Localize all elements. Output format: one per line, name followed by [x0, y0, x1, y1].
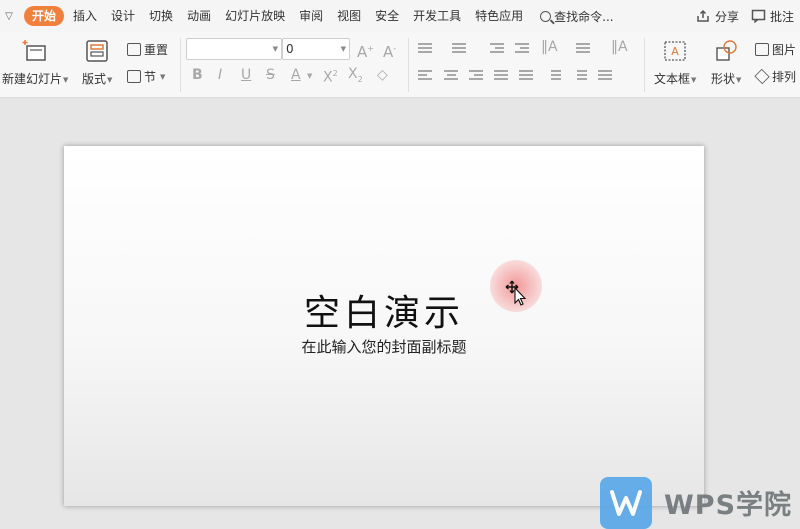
tab-slideshow[interactable]: 幻灯片放映 [218, 6, 292, 26]
italic-icon[interactable]: I [218, 67, 222, 83]
shapes-label: 形状 [711, 72, 736, 86]
align-center-icon[interactable] [444, 69, 458, 81]
wps-logo-icon [600, 476, 652, 529]
columns-icon[interactable] [576, 42, 590, 54]
clear-format-icon[interactable]: ◇ [377, 67, 388, 83]
picture-icon [755, 43, 769, 56]
menu-bar: ▽ 开始 插入 设计 切换 动画 幻灯片放映 审阅 视图 安全 开发工具 特色应… [0, 0, 800, 32]
chevron-down-icon: ▼ [272, 45, 278, 53]
section-icon [127, 70, 141, 83]
chevron-down-icon: ▼ [736, 75, 742, 84]
align-left-icon[interactable] [418, 69, 432, 81]
comment-icon [751, 9, 766, 23]
new-slide-label: 新建幻灯片 [2, 72, 63, 86]
shrink-font-icon[interactable]: A- [383, 41, 396, 60]
text-align-vertical-icon[interactable]: ‖A [611, 39, 628, 55]
justify-icon[interactable] [494, 69, 508, 81]
paragraph-settings-icon[interactable] [598, 69, 612, 81]
command-search-label: 查找命令... [554, 9, 614, 24]
ribbon-divider [408, 38, 409, 92]
slide-canvas[interactable]: 空白演示 在此输入您的封面副标题 [64, 146, 704, 506]
align-right-icon[interactable] [469, 69, 483, 81]
tab-special-apps[interactable]: 特色应用 [468, 6, 530, 26]
shapes-button[interactable]: 形状▼ [711, 38, 741, 87]
font-size-combo[interactable]: 0 ▼ [282, 38, 350, 60]
chevron-down-icon: ▼ [63, 75, 69, 84]
arrange-button[interactable]: 排列 [754, 68, 797, 85]
comment-button[interactable]: 批注 [751, 8, 794, 25]
layout-label: 版式 [82, 72, 107, 86]
layout-icon [86, 40, 108, 62]
distribute-icon[interactable] [519, 69, 533, 81]
font-size-value: 0 [286, 42, 294, 56]
chevron-down-icon: ▼ [160, 72, 166, 81]
wps-academy-watermark: WPS学院 [600, 476, 792, 529]
command-search[interactable]: 查找命令... [540, 8, 614, 25]
decrease-indent-icon[interactable] [490, 42, 504, 54]
tab-developer[interactable]: 开发工具 [406, 6, 468, 26]
comment-label: 批注 [769, 9, 794, 24]
reset-button[interactable]: 重置 [127, 41, 168, 58]
section-button[interactable]: 节 ▼ [127, 68, 165, 85]
line-spacing-icon[interactable] [547, 69, 561, 81]
arrange-label: 排列 [772, 70, 797, 84]
subscript-icon[interactable]: X2 [348, 66, 363, 88]
tab-review[interactable]: 审阅 [292, 6, 330, 26]
chevron-down-icon[interactable]: ▼ [307, 68, 312, 84]
menu-collapse-chevron-icon[interactable]: ▽ [2, 11, 16, 22]
new-slide-button[interactable]: 新建幻灯片▼ [2, 38, 68, 87]
paragraph-spacing-icon[interactable] [573, 69, 587, 81]
watermark-text: WPS学院 [664, 490, 793, 521]
tab-home[interactable]: 开始 [24, 6, 65, 26]
slide-subtitle[interactable]: 在此输入您的封面副标题 [64, 336, 704, 357]
textbox-label: 文本框 [654, 72, 691, 86]
tab-transition[interactable]: 切换 [142, 6, 180, 26]
chevron-down-icon: ▼ [340, 45, 346, 53]
layout-button[interactable]: 版式▼ [82, 38, 112, 87]
reset-icon [127, 43, 141, 56]
picture-button[interactable]: 图片 [755, 41, 796, 58]
text-direction-icon[interactable]: ‖A [541, 39, 558, 55]
tab-security[interactable]: 安全 [368, 6, 406, 26]
search-icon [540, 10, 552, 22]
ribbon-divider [644, 38, 645, 92]
arrange-icon [754, 68, 770, 85]
bullet-list-icon[interactable] [418, 42, 432, 54]
chevron-down-icon: ▼ [107, 75, 113, 84]
slide-title[interactable]: 空白演示 [64, 284, 704, 336]
strikethrough-icon[interactable]: S [266, 67, 275, 83]
superscript-icon[interactable]: X2 [323, 66, 338, 86]
new-slide-icon [22, 40, 46, 61]
share-button[interactable]: 分享 [696, 8, 739, 25]
picture-label: 图片 [772, 43, 797, 57]
tab-animation[interactable]: 动画 [180, 6, 218, 26]
tab-view[interactable]: 视图 [330, 6, 368, 26]
reset-label: 重置 [144, 43, 169, 57]
shapes-icon [716, 40, 737, 61]
move-cursor-icon [505, 280, 527, 306]
font-color-icon[interactable]: A [291, 67, 301, 83]
section-label: 节 [144, 70, 157, 84]
increase-indent-icon[interactable] [515, 42, 529, 54]
menu-right-actions: 分享 批注 [696, 0, 794, 32]
textbox-button[interactable]: A 文本框▼ [654, 38, 696, 87]
underline-icon[interactable]: U [241, 67, 251, 83]
font-name-combo[interactable]: ▼ [186, 38, 282, 60]
ribbon-divider [180, 38, 181, 92]
bold-icon[interactable]: B [192, 67, 203, 83]
share-label: 分享 [714, 9, 739, 24]
chevron-down-icon: ▼ [691, 75, 697, 84]
svg-text:A: A [671, 45, 679, 58]
tab-design[interactable]: 设计 [104, 6, 142, 26]
share-icon [697, 9, 709, 22]
tab-insert[interactable]: 插入 [66, 6, 104, 26]
textbox-icon: A [664, 41, 686, 61]
ribbon-toolbar: 新建幻灯片▼ 版式▼ 重置 节 ▼ ▼ 0 ▼ A+ A- B I U S A … [0, 32, 800, 98]
numbered-list-icon[interactable] [452, 42, 466, 54]
grow-font-icon[interactable]: A+ [357, 41, 374, 60]
